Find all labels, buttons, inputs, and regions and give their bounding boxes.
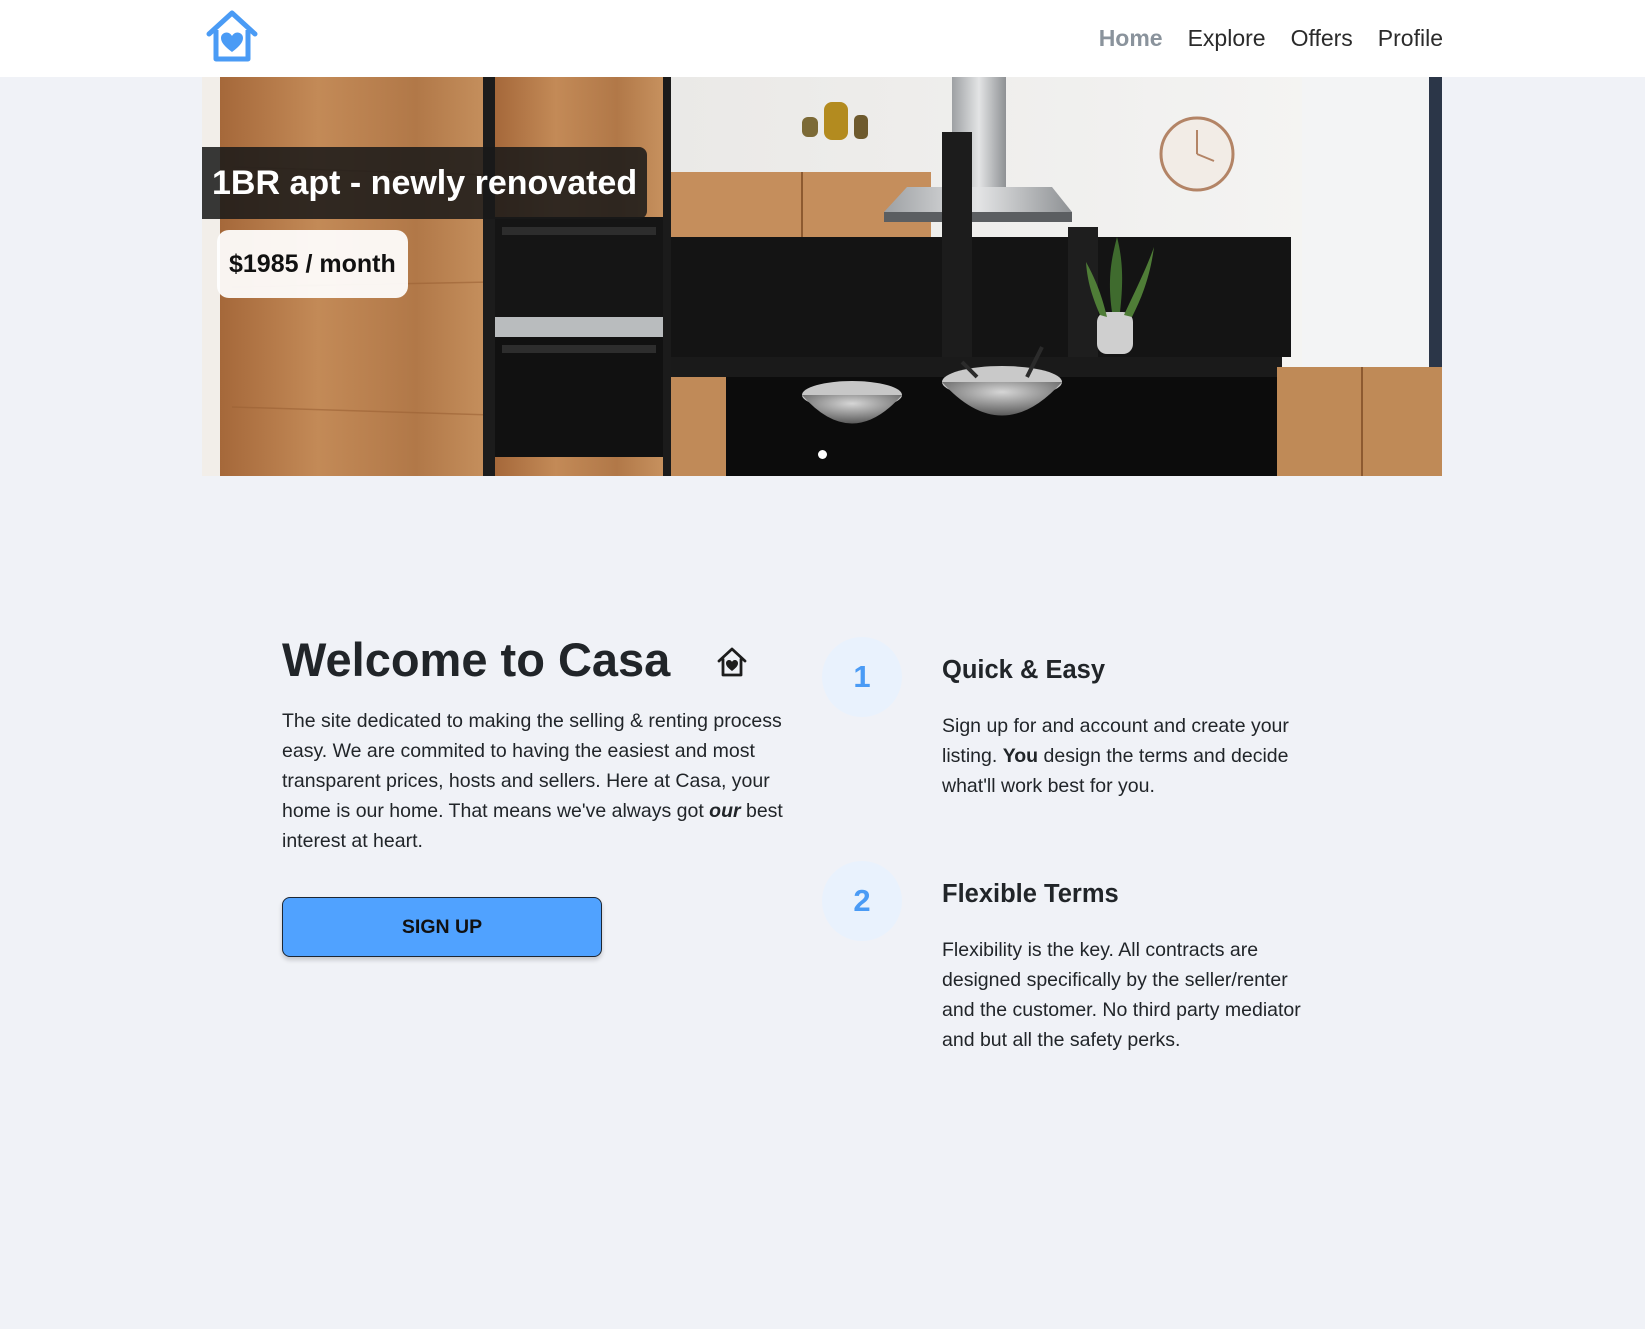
nav-links: Home Explore Offers Profile (1099, 0, 1443, 77)
welcome-text-part1: The site dedicated to making the selling… (282, 710, 782, 822)
nav-offers-link[interactable]: Offers (1291, 25, 1353, 52)
feature-1-text-bold: You (1002, 745, 1039, 767)
listing-title[interactable]: 1BR apt - newly renovated (202, 147, 648, 219)
feature-number-1: 1 (822, 637, 902, 717)
welcome-title: Welcome to Casa (282, 633, 671, 686)
feature-description-quick-easy: Sign up for and account and create your … (942, 711, 1324, 801)
feature-description-flexible-terms: Flexibility is the key. All contracts ar… (942, 939, 1301, 1051)
sign-up-button[interactable]: SIGN UP (282, 897, 602, 957)
hero-carousel[interactable]: 1BR apt - newly renovated $1985 / month (202, 77, 1442, 476)
house-heart-icon[interactable] (204, 8, 260, 64)
welcome-description: The site dedicated to making the selling… (282, 706, 802, 856)
nav-explore-link[interactable]: Explore (1188, 25, 1266, 52)
listing-price-badge: $1985 / month (217, 230, 408, 298)
feature-title-flexible-terms: Flexible Terms (942, 880, 1119, 908)
welcome-text-emphasis: our (709, 800, 741, 822)
feature-number-2: 2 (822, 861, 902, 941)
carousel-indicator-dot[interactable] (818, 450, 827, 459)
house-heart-icon (717, 647, 747, 677)
navbar: Home Explore Offers Profile (0, 0, 1645, 77)
nav-home-link[interactable]: Home (1099, 25, 1163, 52)
feature-title-quick-easy: Quick & Easy (942, 656, 1105, 684)
nav-profile-link[interactable]: Profile (1378, 25, 1443, 52)
